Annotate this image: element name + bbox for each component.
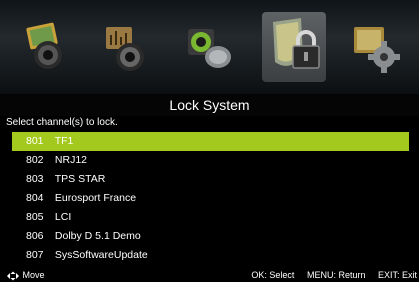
channel-settings-icon[interactable]: [178, 12, 242, 82]
channel-number: 802: [26, 154, 44, 166]
channel-name: TF1: [54, 135, 74, 147]
page-title: Lock System: [0, 94, 419, 116]
channel-name: LCI: [54, 211, 72, 223]
setup-settings-icon[interactable]: [344, 12, 408, 82]
key-hints: OK: Select MENU: Return EXIT: Exit: [241, 268, 417, 282]
channel-name: NRJ12: [54, 154, 88, 166]
move-hint: Move: [6, 268, 45, 282]
channel-number: 803: [26, 173, 44, 185]
ok-select-hint: OK: Select: [251, 270, 295, 280]
channel-row[interactable]: 802 NRJ12: [12, 151, 409, 170]
channel-row[interactable]: 801 TF1: [12, 132, 409, 151]
channel-name: Eurosport France: [54, 192, 137, 204]
footer-bar: Move OK: Select MENU: Return EXIT: Exit: [0, 268, 419, 282]
menu-icon-bar: [0, 0, 419, 94]
lock-system-icon[interactable]: [262, 12, 326, 82]
channel-name: SysSoftwareUpdate: [54, 249, 148, 261]
channel-row[interactable]: 805 LCI: [12, 208, 409, 227]
channel-number: 806: [26, 230, 44, 242]
move-label: Move: [22, 270, 45, 280]
channel-row[interactable]: 803 TPS STAR: [12, 170, 409, 189]
channel-name: Dolby D 5.1 Demo: [54, 230, 141, 242]
channel-row[interactable]: 804 Eurosport France: [12, 189, 409, 208]
channel-number: 805: [26, 211, 44, 223]
channel-row[interactable]: 807 SysSoftwareUpdate: [12, 246, 409, 265]
channel-number: 804: [26, 192, 44, 204]
sound-settings-icon[interactable]: [94, 12, 158, 82]
channel-list: 801 TF1 802 NRJ12 803 TPS STAR 804 Euros…: [0, 132, 419, 265]
arrows-icon: [6, 268, 20, 282]
channel-number: 807: [26, 249, 44, 261]
lock-prompt: Select channel(s) to lock.: [6, 117, 118, 128]
channel-row[interactable]: 806 Dolby D 5.1 Demo: [12, 227, 409, 246]
channel-number: 801: [26, 135, 44, 147]
menu-return-hint: MENU: Return: [306, 270, 366, 280]
exit-hint: EXIT: Exit: [377, 270, 417, 280]
picture-settings-icon[interactable]: [14, 12, 78, 82]
channel-name: TPS STAR: [54, 173, 106, 185]
